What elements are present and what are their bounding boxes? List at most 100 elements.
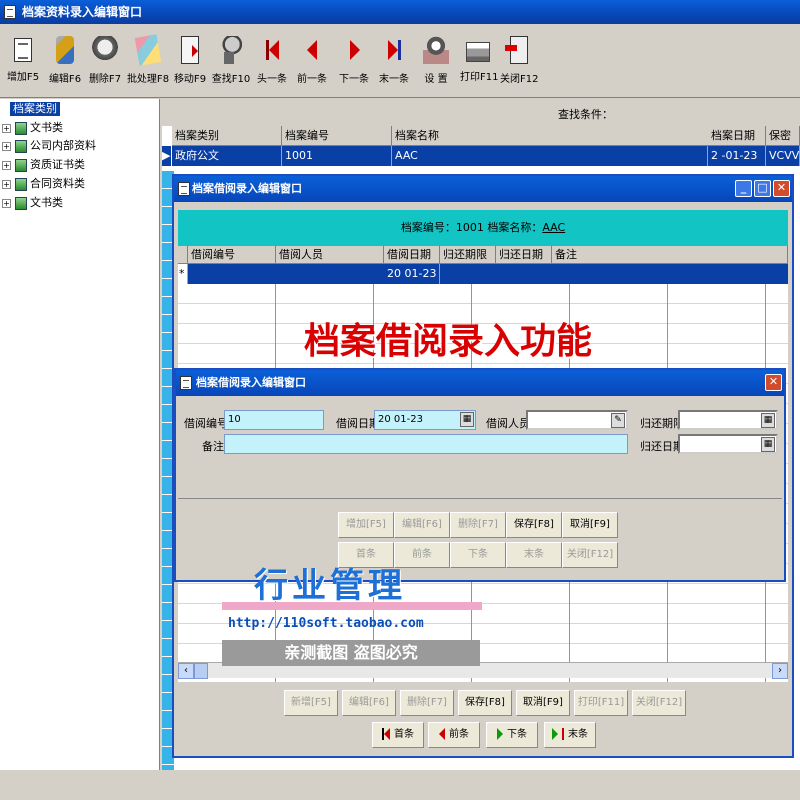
borrow-no-field[interactable]: 10 (224, 410, 324, 430)
edit-icon (56, 36, 74, 64)
save-button[interactable]: 保存[F8] (506, 512, 562, 538)
tree-node[interactable]: + 公司内部资料 (2, 137, 96, 155)
tree-node[interactable]: + 文书类 (2, 194, 63, 212)
previous-record-button[interactable]: 前一条 (296, 36, 328, 92)
tree-node[interactable]: + 文书类 (2, 119, 63, 137)
cancel-button[interactable]: 取消[F9] (516, 690, 570, 716)
close-button[interactable]: ✕ (773, 180, 790, 197)
column-header[interactable]: 档案类别 (172, 126, 282, 146)
settings-button[interactable]: 设 置 (420, 36, 452, 92)
return-date-field[interactable]: ▦ (678, 434, 778, 454)
column-header[interactable]: 归还日期 (496, 246, 552, 264)
nav-previous-button[interactable]: 前条 (428, 722, 480, 748)
edit-button[interactable]: 编辑F6 (46, 36, 84, 92)
expand-icon[interactable]: + (2, 160, 11, 170)
add-button[interactable]: 增加[F5] (338, 512, 394, 538)
entry-dialog-titlebar: 档案借阅录入编辑窗口 ✕ (176, 370, 784, 396)
table-row[interactable]: ▶ 政府公文 1001 AAC 2 -01-23 VCVV (162, 146, 800, 166)
first-icon (384, 728, 390, 740)
borrow-date-field[interactable]: 20 01-23 ▦ (374, 410, 476, 430)
new-row-marker: * (178, 264, 188, 284)
cell-name[interactable]: AAC (392, 146, 708, 166)
edit-button[interactable]: 编辑[F6] (342, 690, 396, 716)
column-header[interactable]: 借阅人员 (276, 246, 384, 264)
window-icon (180, 376, 192, 390)
next-record-icon (346, 36, 362, 64)
find-button[interactable]: 查找F10 (210, 36, 252, 92)
tree-node[interactable]: + 合同资料类 (2, 175, 85, 193)
calendar-icon[interactable]: ▦ (761, 437, 775, 452)
scroll-right-icon[interactable]: › (772, 663, 788, 679)
last-record-button[interactable]: 末一条 (378, 36, 410, 92)
delete-button[interactable]: 删除[F7] (450, 512, 506, 538)
tree-node[interactable]: + 资质证书类 (2, 156, 85, 174)
column-header[interactable]: 备注 (552, 246, 788, 264)
batch-button[interactable]: 批处理F8 (126, 34, 170, 92)
cell-number[interactable]: 1001 (282, 146, 392, 166)
save-button[interactable]: 保存[F8] (458, 690, 512, 716)
nav-last-button[interactable]: 末条 (544, 722, 596, 748)
column-header[interactable]: 借阅编号 (188, 246, 276, 264)
previous-icon (439, 728, 445, 740)
expand-icon[interactable]: + (2, 141, 11, 151)
last-icon (552, 728, 558, 740)
delete-button[interactable]: 删除[F7] (400, 690, 454, 716)
nav-next-button[interactable]: 下条 (486, 722, 538, 748)
watermark-underline (222, 602, 482, 610)
calendar-icon[interactable]: ▦ (460, 412, 474, 427)
column-header[interactable]: 保密等级 (766, 126, 800, 146)
row-pointer-icon: ▶ (162, 146, 172, 166)
delete-button[interactable]: 删除F7 (86, 36, 124, 92)
close-dialog-button[interactable]: 关闭[F12] (562, 542, 618, 568)
calendar-icon[interactable]: ▦ (761, 413, 775, 428)
column-header[interactable]: 借阅日期 (384, 246, 440, 264)
next-button[interactable]: 下条 (450, 542, 506, 568)
archive-info-bar: 档案编号：1001 档案名称：AAC (178, 210, 788, 246)
last-button[interactable]: 末条 (506, 542, 562, 568)
cell-borrow-date[interactable]: 20 01-23 (384, 264, 440, 284)
borrow-entry-dialog: 档案借阅录入编辑窗口 ✕ 借阅编号 10 借阅日期 20 01-23 ▦ 借阅人员… (174, 368, 786, 582)
expand-icon[interactable]: + (2, 198, 11, 208)
cell-date[interactable]: 2 -01-23 (708, 146, 766, 166)
next-record-button[interactable]: 下一条 (338, 36, 370, 92)
url-watermark: http://110soft.taobao.com (228, 616, 424, 631)
close-button[interactable]: ✕ (765, 374, 782, 391)
column-header[interactable]: 档案日期 (708, 126, 766, 146)
new-button[interactable]: 新增[F5] (284, 690, 338, 716)
cell-category[interactable]: 政府公文 (172, 146, 282, 166)
print-button[interactable]: 打印F11 (460, 36, 498, 92)
maximize-button[interactable]: □ (754, 180, 771, 197)
person-picker-icon[interactable]: ✎ (611, 413, 625, 428)
cell-secret[interactable]: VCVV (766, 146, 800, 166)
settings-icon (423, 36, 449, 64)
column-header[interactable]: 归还期限 (440, 246, 496, 264)
minimize-button[interactable]: _ (735, 180, 752, 197)
cancel-button[interactable]: 取消[F9] (562, 512, 618, 538)
first-record-button[interactable]: 头一条 (256, 36, 288, 92)
column-header[interactable]: 档案名称 (392, 126, 712, 146)
scroll-left-icon[interactable]: ‹ (178, 663, 194, 679)
delete-icon (92, 36, 118, 64)
batch-icon (134, 34, 162, 66)
edit-button[interactable]: 编辑[F6] (394, 512, 450, 538)
scroll-thumb[interactable] (194, 663, 208, 679)
expand-icon[interactable]: + (2, 179, 11, 189)
feature-caption: 档案借阅录入功能 (304, 320, 593, 362)
tree-root[interactable]: 档案类别 (10, 102, 60, 116)
move-button[interactable]: 移动F9 (172, 36, 208, 92)
due-date-field[interactable]: ▦ (678, 410, 778, 430)
add-button[interactable]: 增加F5 (4, 36, 42, 92)
borrower-field[interactable]: ✎ (526, 410, 628, 430)
column-header[interactable]: 档案编号 (282, 126, 392, 146)
print-button[interactable]: 打印[F11] (574, 690, 628, 716)
exit-button[interactable]: 关闭F12 (500, 36, 538, 92)
remark-field[interactable] (224, 434, 628, 454)
remark-label: 备注 (202, 440, 224, 453)
nav-first-button[interactable]: 首条 (372, 722, 424, 748)
close-window-button[interactable]: 关闭[F12] (632, 690, 686, 716)
industry-watermark: 行业管理 (254, 566, 406, 606)
move-icon (181, 36, 199, 64)
expand-icon[interactable]: + (2, 123, 11, 133)
table-row[interactable]: * 20 01-23 (178, 264, 788, 284)
main-window-title: 档案资料录入编辑窗口 (0, 0, 800, 24)
